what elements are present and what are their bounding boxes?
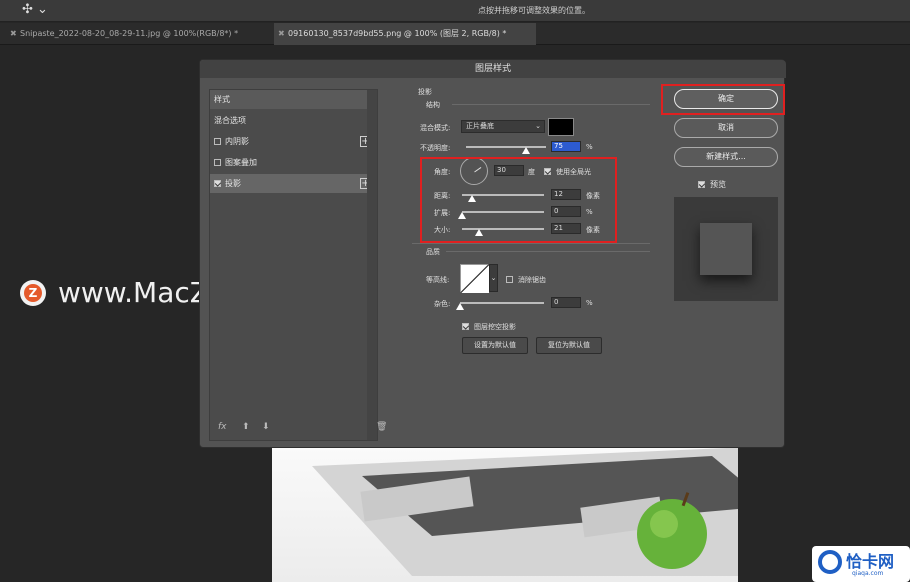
anti-alias-label: 消除锯齿 bbox=[518, 276, 546, 284]
tab-label: 09160130_8537d9bd55.png @ 100% (图层 2, RG… bbox=[288, 29, 507, 38]
noise-slider[interactable] bbox=[460, 302, 544, 304]
chevron-down-icon: ⌄ bbox=[490, 274, 497, 282]
drop-shadow-item[interactable]: 投影 + bbox=[210, 174, 377, 193]
site-logo-subtext: qiaqa.com bbox=[852, 570, 884, 577]
options-bar: ✣ ⌄ 点按并拖移可调整效果的位置。 bbox=[0, 0, 910, 22]
divider bbox=[412, 243, 650, 244]
item-label: 内阴影 bbox=[225, 137, 249, 146]
preview-thumbnail bbox=[674, 197, 778, 301]
noise-input[interactable]: 0 bbox=[551, 297, 581, 308]
macz-logo-icon: Z bbox=[20, 279, 46, 306]
fx-icon[interactable]: fx bbox=[218, 422, 227, 432]
q-logo-icon bbox=[818, 550, 842, 574]
tab-label: Snipaste_2022-08-20_08-29-11.jpg @ 100%(… bbox=[20, 29, 239, 38]
close-icon[interactable]: ✖ bbox=[10, 23, 17, 45]
blend-mode-label: 混合模式: bbox=[420, 124, 451, 132]
opacity-slider-thumb[interactable] bbox=[522, 147, 530, 154]
inner-shadow-checkbox[interactable] bbox=[214, 138, 221, 145]
noise-unit: % bbox=[586, 299, 593, 307]
cancel-button[interactable]: 取消 bbox=[674, 118, 778, 138]
hint-text: 点按并拖移可调整效果的位置。 bbox=[478, 6, 590, 15]
chevron-down-icon: ⌄ bbox=[535, 122, 541, 130]
styles-list: 样式 混合选项 内阴影 + 图案叠加 投影 + fx ⬆ ⬇ 🗑 bbox=[209, 89, 387, 441]
pattern-overlay-item[interactable]: 图案叠加 bbox=[210, 153, 377, 172]
knockout-label: 图层挖空投影 bbox=[474, 323, 516, 331]
opacity-input[interactable]: 75 bbox=[551, 141, 581, 152]
quality-title: 品质 bbox=[426, 248, 440, 256]
drop-shadow-panel: 投影 结构 混合模式: 正片叠底 ⌄ 不透明度: 75 % 角度: 30 度 使用… bbox=[406, 88, 656, 439]
opacity-unit: % bbox=[586, 143, 593, 151]
shadow-color-swatch[interactable] bbox=[548, 118, 574, 136]
styles-header[interactable]: 样式 bbox=[210, 90, 377, 109]
ok-highlight-box bbox=[661, 84, 785, 115]
site-logo-text: 恰卡网 bbox=[846, 552, 895, 571]
pattern-overlay-checkbox[interactable] bbox=[214, 159, 221, 166]
move-up-icon[interactable]: ⬆ bbox=[242, 422, 250, 432]
drop-shadow-checkbox[interactable] bbox=[214, 180, 221, 187]
anti-alias-checkbox[interactable] bbox=[506, 276, 513, 283]
item-label: 图案叠加 bbox=[225, 158, 257, 167]
divider bbox=[452, 104, 650, 105]
contour-label: 等高线: bbox=[426, 276, 450, 284]
item-label: 投影 bbox=[225, 179, 241, 188]
knockout-checkbox[interactable] bbox=[462, 323, 469, 330]
scrollbar[interactable] bbox=[367, 90, 377, 440]
set-default-button[interactable]: 设置为默认值 bbox=[462, 337, 528, 354]
close-icon[interactable]: ✖ bbox=[278, 23, 285, 45]
styles-footer: fx ⬆ ⬇ 🗑 bbox=[214, 422, 387, 436]
dialog-title: 图层样式 bbox=[200, 60, 786, 78]
preview-checkbox[interactable] bbox=[698, 181, 705, 188]
opacity-slider[interactable] bbox=[466, 146, 546, 148]
delete-icon[interactable]: 🗑 bbox=[376, 422, 387, 432]
move-tool-icon[interactable]: ✣ ⌄ bbox=[22, 2, 48, 17]
document-tab-1[interactable]: ✖ Snipaste_2022-08-20_08-29-11.jpg @ 100… bbox=[6, 23, 272, 45]
noise-label: 杂色: bbox=[434, 300, 451, 308]
structure-title: 结构 bbox=[426, 101, 440, 109]
new-style-button[interactable]: 新建样式... bbox=[674, 147, 778, 167]
document-tab-2[interactable]: ✖ 09160130_8537d9bd55.png @ 100% (图层 2, … bbox=[274, 23, 536, 45]
dialog-actions: 确定 取消 新建样式... 预览 bbox=[672, 87, 782, 337]
move-down-icon[interactable]: ⬇ bbox=[262, 422, 270, 432]
site-logo: 恰卡网 qiaqa.com bbox=[812, 546, 910, 582]
blending-options-item[interactable]: 混合选项 bbox=[210, 111, 377, 130]
inner-shadow-item[interactable]: 内阴影 + bbox=[210, 132, 377, 151]
highlight-box bbox=[420, 157, 617, 243]
opacity-label: 不透明度: bbox=[420, 144, 451, 152]
canvas-image[interactable] bbox=[272, 446, 738, 582]
item-label: 混合选项 bbox=[214, 116, 246, 125]
document-tabs: ✖ Snipaste_2022-08-20_08-29-11.jpg @ 100… bbox=[0, 23, 910, 45]
contour-preview[interactable] bbox=[460, 264, 489, 293]
laptop-image bbox=[312, 447, 738, 576]
blend-mode-select[interactable]: 正片叠底 ⌄ bbox=[461, 120, 545, 133]
section-title: 投影 bbox=[418, 88, 432, 96]
divider bbox=[446, 251, 650, 252]
noise-slider-thumb[interactable] bbox=[456, 303, 464, 310]
contour-dropdown[interactable]: ⌄ bbox=[489, 264, 498, 292]
reset-default-button[interactable]: 复位为默认值 bbox=[536, 337, 602, 354]
preview-label: 预览 bbox=[710, 180, 726, 189]
layer-style-dialog: 图层样式 样式 混合选项 内阴影 + 图案叠加 投影 + fx ⬆ ⬇ 🗑 投影… bbox=[199, 59, 786, 448]
